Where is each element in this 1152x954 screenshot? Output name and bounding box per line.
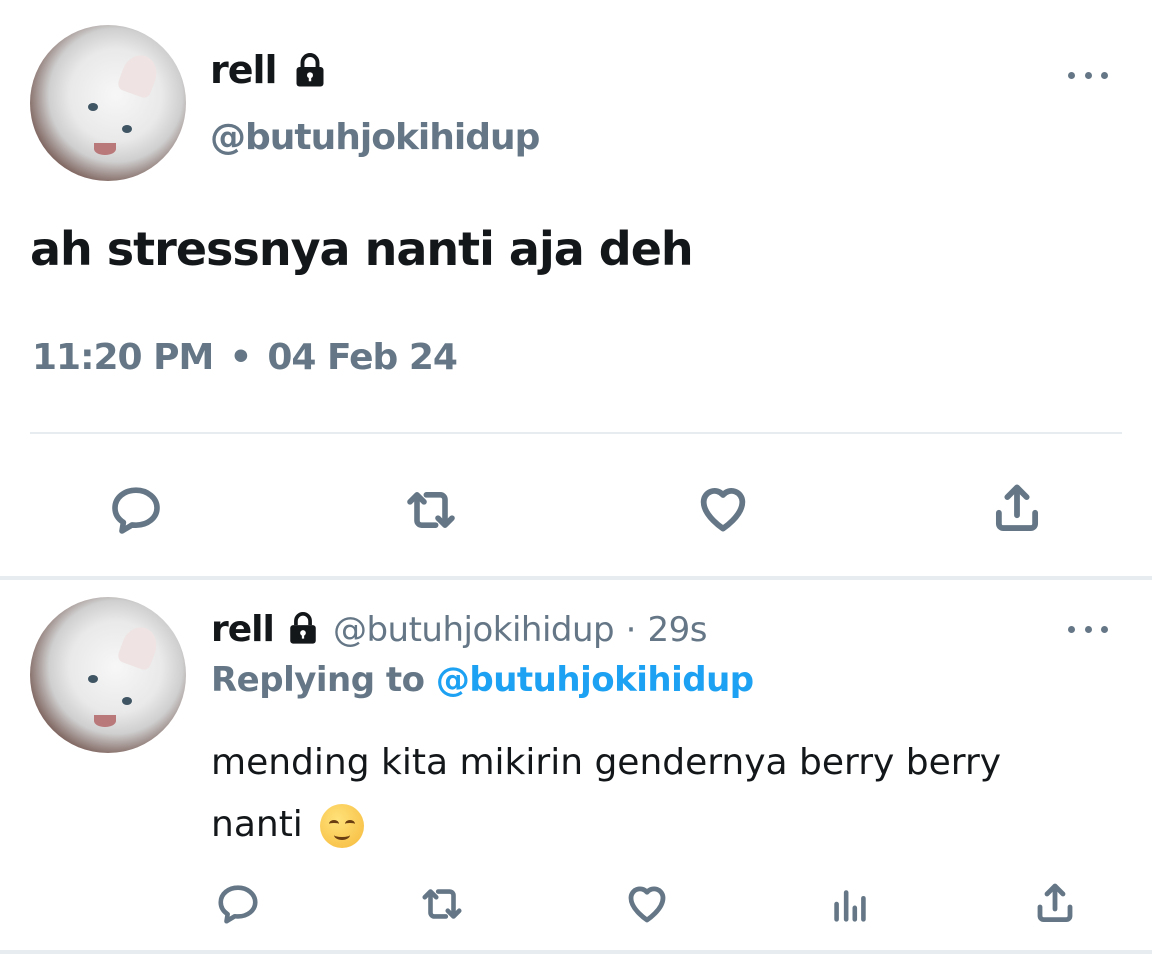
like-button[interactable] [620, 876, 674, 930]
avatar[interactable] [30, 597, 186, 753]
like-button[interactable] [690, 476, 756, 540]
smiling-face-icon [320, 804, 365, 848]
reply-button[interactable] [212, 878, 264, 930]
share-button[interactable] [1028, 876, 1082, 930]
replying-to-link[interactable]: @butuhjokihidup [436, 660, 754, 700]
avatar-mouth [94, 143, 116, 155]
dot [1084, 71, 1092, 79]
analytics-button[interactable] [824, 878, 876, 930]
section-divider [0, 576, 1152, 580]
avatar-eye [122, 125, 132, 133]
tweet-time: 11:20 PM [32, 337, 214, 378]
avatar-ear [116, 50, 162, 100]
handle: @butuhjokihidup [332, 610, 615, 650]
retweet-icon [422, 889, 462, 919]
share-icon [995, 484, 1039, 531]
replying-label: Replying to [211, 660, 425, 700]
handle[interactable]: @butuhjokihidup [210, 117, 540, 158]
bar-chart-icon [834, 890, 866, 922]
avatar-ear [116, 622, 162, 672]
speech-bubble-icon [112, 487, 160, 534]
meta-separator: • [229, 337, 252, 378]
lock-icon [290, 612, 317, 644]
share-icon [1037, 883, 1073, 922]
avatar-eye [122, 697, 132, 705]
dot [1101, 71, 1108, 79]
speech-bubble-icon [218, 885, 258, 924]
dot [1068, 71, 1075, 79]
heart-icon [700, 488, 746, 532]
reply-button[interactable] [104, 478, 168, 542]
more-options-icon[interactable] [1068, 69, 1108, 81]
retweet-button[interactable] [395, 478, 467, 542]
tweet-text: ah stressnya nanti aja deh [30, 222, 694, 276]
tweet-date: 04 Feb 24 [267, 337, 458, 378]
heart-icon [628, 886, 666, 923]
retweet-icon [407, 492, 455, 528]
lock-icon [296, 52, 324, 86]
reply-header[interactable]: rell @butuhjokihidup · 29s [211, 609, 708, 650]
reply-text: mending kita mikirin gendernya berry ber… [211, 732, 1071, 856]
divider [30, 432, 1122, 434]
display-name-text: rell [211, 609, 275, 650]
retweet-button[interactable] [413, 878, 471, 930]
avatar-mouth [94, 715, 116, 727]
display-name-text: rell [210, 48, 278, 92]
replying-to: Replying to @butuhjokihidup [211, 660, 754, 700]
more-options-icon[interactable] [1068, 623, 1108, 635]
dot [1101, 625, 1108, 633]
display-name[interactable]: rell [210, 48, 329, 92]
age-separator: · [625, 610, 637, 650]
avatar[interactable] [30, 25, 186, 181]
share-button[interactable] [985, 476, 1049, 540]
tweet-timestamp[interactable]: 11:20 PM • 04 Feb 24 [32, 337, 458, 378]
avatar-eye [88, 675, 98, 683]
dot [1068, 625, 1075, 633]
tweet-age: 29s [647, 610, 708, 650]
avatar-eye [88, 103, 98, 111]
bottom-divider [0, 950, 1152, 954]
dot [1084, 625, 1092, 633]
